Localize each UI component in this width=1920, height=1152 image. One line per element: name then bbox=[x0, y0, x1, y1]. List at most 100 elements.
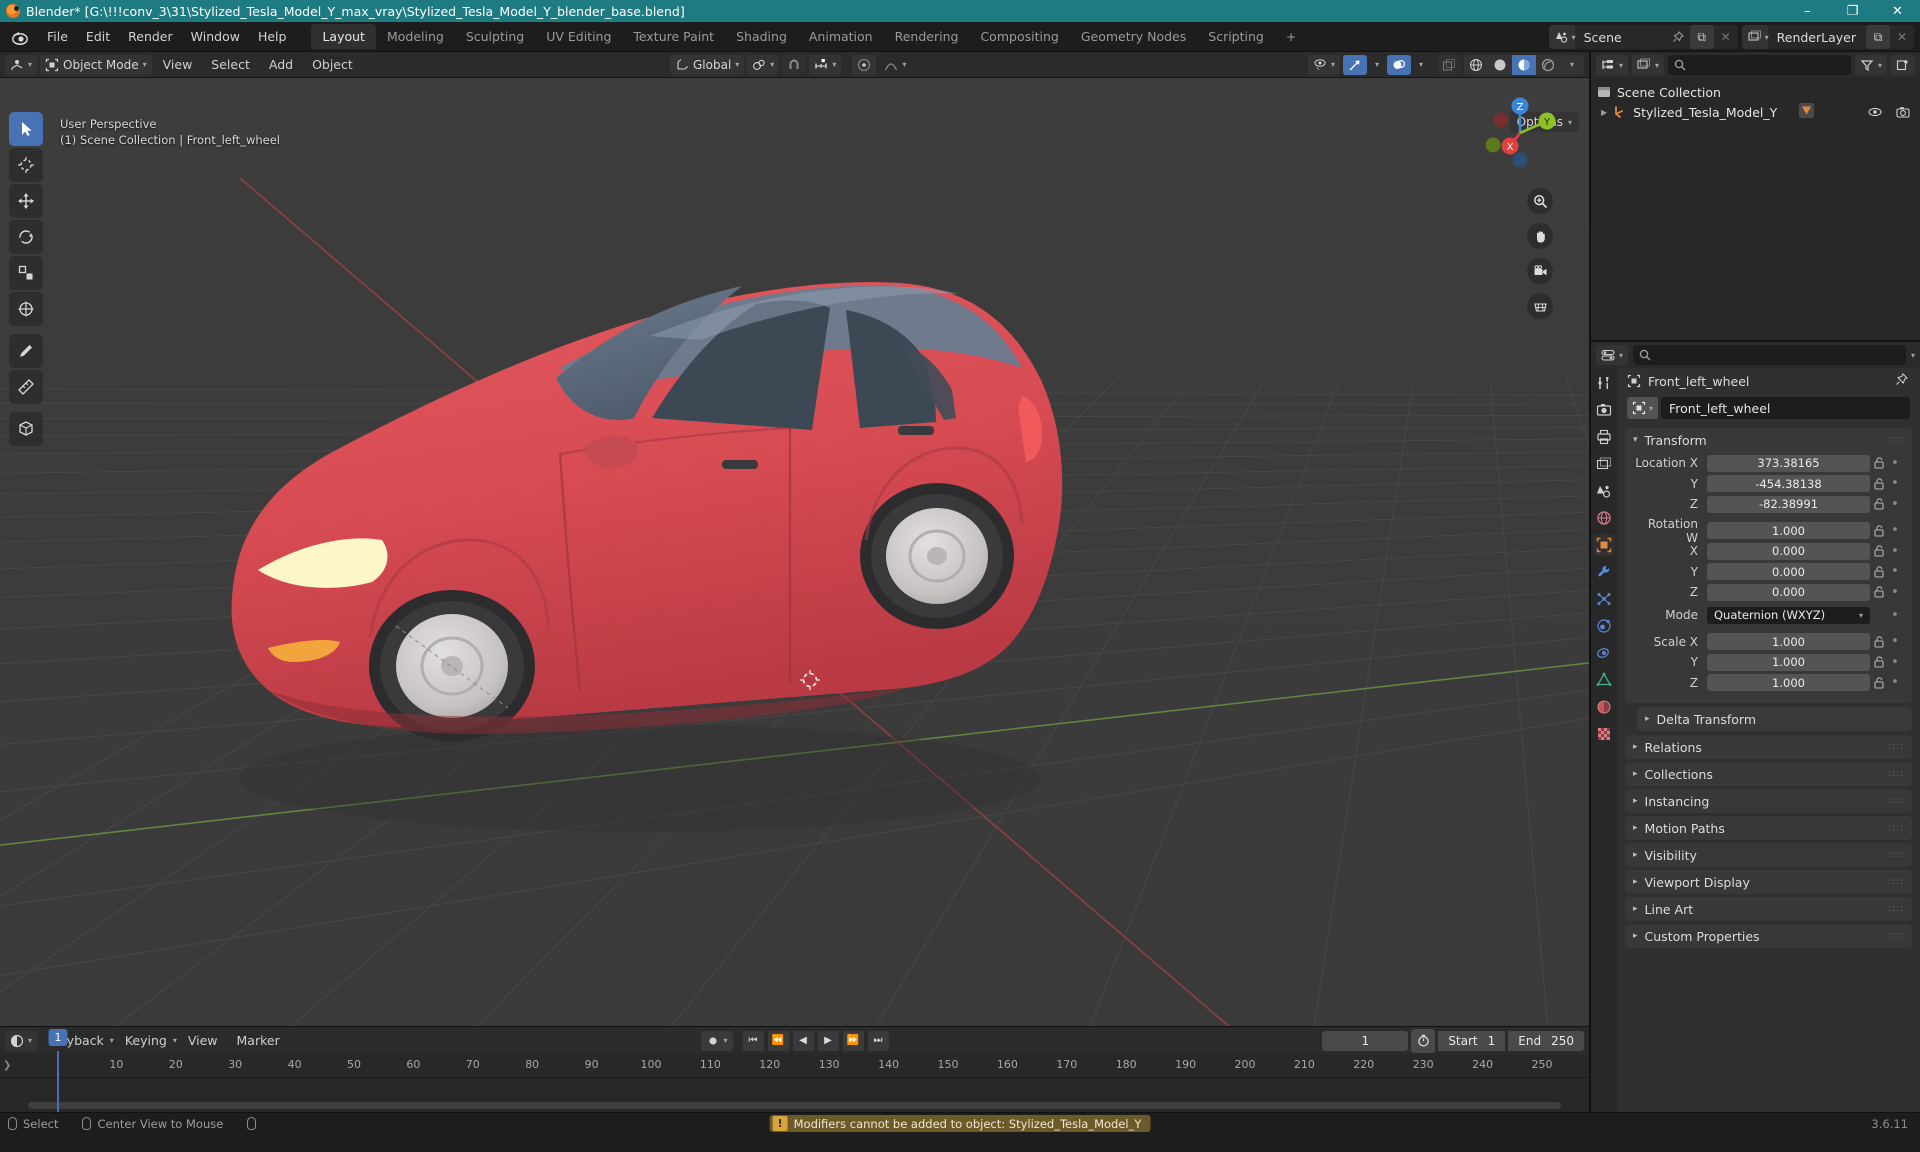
rotation-mode-select[interactable]: Quaternion (WXYZ) ▾ bbox=[1707, 606, 1870, 624]
outliner-editor-type-selector[interactable]: ▾ bbox=[1596, 55, 1629, 75]
new-view-layer-button[interactable]: ⧉ bbox=[1866, 25, 1890, 49]
object-name-field[interactable]: Front_left_wheel bbox=[1661, 397, 1910, 419]
proportional-edit-toggle[interactable] bbox=[852, 54, 877, 75]
tab-rendering[interactable]: Rendering bbox=[884, 24, 970, 49]
editor-type-selector[interactable]: ▾ bbox=[5, 54, 38, 75]
rotation-w-field[interactable]: 1.000 bbox=[1707, 522, 1870, 539]
jump-to-end-button[interactable]: ⏭ bbox=[867, 1030, 889, 1051]
rotation-z-animate-icon[interactable]: • bbox=[1888, 585, 1902, 600]
move-tool[interactable] bbox=[9, 184, 43, 218]
rotation-mode-animate-icon[interactable]: • bbox=[1888, 608, 1902, 623]
tab-uv-editing[interactable]: UV Editing bbox=[535, 24, 622, 49]
new-collection-button[interactable] bbox=[1891, 55, 1915, 75]
timeline-ruler[interactable]: 10 20 30 40 50 60 70 80 90 100 110 120 130 140 150 160 1… bbox=[0, 1054, 1589, 1078]
outliner-display-mode-selector[interactable]: ▾ bbox=[1632, 55, 1665, 75]
drag-handle-icon[interactable]: :::: bbox=[1888, 904, 1904, 913]
camera-view-icon[interactable] bbox=[1527, 258, 1553, 284]
scale-z-lock-icon[interactable] bbox=[1870, 676, 1888, 689]
visibility-selector[interactable]: ▾ bbox=[1307, 54, 1340, 75]
transform-tool[interactable] bbox=[9, 292, 43, 326]
tab-modeling[interactable]: Modeling bbox=[376, 24, 455, 49]
interaction-mode-selector[interactable]: Object Mode ▾ bbox=[40, 54, 152, 75]
location-z-animate-icon[interactable]: • bbox=[1888, 497, 1902, 512]
line-art-panel[interactable]: ▸ Line Art :::: bbox=[1625, 897, 1912, 921]
visibility-panel[interactable]: ▸ Visibility :::: bbox=[1625, 843, 1912, 867]
modifier-tab[interactable] bbox=[1593, 561, 1615, 583]
rotation-z-lock-icon[interactable] bbox=[1870, 586, 1888, 598]
current-frame-field[interactable]: 1 bbox=[1322, 1030, 1409, 1051]
use-preview-range-icon[interactable] bbox=[1411, 1028, 1436, 1053]
relations-panel[interactable]: ▸ Relations :::: bbox=[1625, 735, 1912, 759]
collections-panel[interactable]: ▸ Collections :::: bbox=[1625, 762, 1912, 786]
properties-search-field[interactable] bbox=[1656, 348, 1900, 362]
outliner-tree[interactable]: Scene Collection ▶ Stylized_Tesla_Model_… bbox=[1591, 78, 1920, 340]
scene-tab[interactable] bbox=[1593, 480, 1615, 502]
add-cube-tool[interactable] bbox=[9, 412, 43, 446]
snap-toggle[interactable] bbox=[782, 54, 807, 75]
view-layer-selector[interactable]: ▾ RenderLayer ⧉ ✕ bbox=[1741, 25, 1914, 49]
tab-geometry-nodes[interactable]: Geometry Nodes bbox=[1070, 24, 1197, 49]
scale-tool[interactable] bbox=[9, 256, 43, 290]
outliner-search-input[interactable] bbox=[1668, 55, 1851, 75]
jump-to-start-button[interactable]: ⏮ bbox=[742, 1030, 764, 1051]
scene-selector[interactable]: ▾ Scene ⧉ ✕ bbox=[1548, 25, 1738, 49]
maximize-button[interactable]: ❐ bbox=[1830, 0, 1875, 22]
scale-x-animate-icon[interactable]: • bbox=[1888, 634, 1902, 649]
tool-tab[interactable] bbox=[1593, 372, 1615, 394]
timeline-body[interactable] bbox=[0, 1078, 1589, 1112]
view-layer-tab[interactable] bbox=[1593, 453, 1615, 475]
overlays-toggle[interactable] bbox=[1386, 54, 1411, 75]
properties-editor-type-selector[interactable]: ▾ bbox=[1596, 345, 1629, 365]
rotation-x-animate-icon[interactable]: • bbox=[1888, 544, 1902, 559]
menu-render[interactable]: Render bbox=[119, 25, 182, 48]
timeline-playhead[interactable] bbox=[57, 1051, 59, 1112]
timeline-sidebar-toggle[interactable]: ❯ bbox=[3, 1060, 11, 1071]
custom-properties-panel[interactable]: ▸ Custom Properties :::: bbox=[1625, 924, 1912, 948]
rotation-w-lock-icon[interactable] bbox=[1870, 524, 1888, 537]
render-tab[interactable] bbox=[1593, 399, 1615, 421]
object-tab[interactable] bbox=[1593, 534, 1615, 556]
properties-header-chevron-icon[interactable]: ▾ bbox=[1911, 351, 1915, 360]
relations-header[interactable]: ▸ Relations :::: bbox=[1625, 735, 1912, 759]
transform-panel-header[interactable]: ▾ Transform :::: bbox=[1625, 428, 1912, 452]
playhead-frame-label[interactable]: 1 bbox=[48, 1029, 68, 1046]
xray-toggle[interactable] bbox=[1437, 54, 1461, 75]
timeline-scrollbar[interactable] bbox=[28, 1102, 1561, 1109]
data-tab[interactable] bbox=[1593, 669, 1615, 691]
tab-layout[interactable]: Layout bbox=[311, 24, 376, 49]
menu-edit[interactable]: Edit bbox=[77, 25, 119, 48]
output-tab[interactable] bbox=[1593, 426, 1615, 448]
hand-pan-icon[interactable] bbox=[1527, 223, 1553, 249]
blender-menu-icon[interactable] bbox=[10, 27, 30, 47]
drag-handle-icon[interactable]: :::: bbox=[1888, 742, 1904, 751]
instancing-panel[interactable]: ▸ Instancing :::: bbox=[1625, 789, 1912, 813]
navigation-gizmo[interactable]: Z Y X bbox=[1479, 92, 1561, 174]
add-workspace-button[interactable]: + bbox=[1275, 24, 1307, 49]
rotate-tool[interactable] bbox=[9, 220, 43, 254]
gizmo-toggle[interactable] bbox=[1342, 54, 1367, 75]
timeline-menu-keying[interactable]: Keying bbox=[117, 1030, 175, 1051]
constraint-tab[interactable] bbox=[1593, 642, 1615, 664]
world-tab[interactable] bbox=[1593, 507, 1615, 529]
remove-view-layer-button[interactable]: ✕ bbox=[1890, 25, 1914, 49]
viewport-menu-view[interactable]: View bbox=[155, 54, 201, 75]
outliner-filter-button[interactable]: ▾ bbox=[1854, 55, 1887, 75]
drag-handle-icon[interactable]: :::: bbox=[1888, 877, 1904, 886]
texture-tab[interactable] bbox=[1593, 723, 1615, 745]
drag-handle-icon[interactable]: :::: bbox=[1888, 850, 1904, 859]
shading-wireframe-button[interactable] bbox=[1464, 55, 1488, 75]
zoom-icon[interactable] bbox=[1527, 188, 1553, 214]
scale-y-animate-icon[interactable]: • bbox=[1888, 655, 1902, 670]
pin-scene-icon[interactable] bbox=[1666, 25, 1690, 49]
visibility-header[interactable]: ▸ Visibility :::: bbox=[1625, 843, 1912, 867]
custom-properties-header[interactable]: ▸ Custom Properties :::: bbox=[1625, 924, 1912, 948]
viewport-menu-select[interactable]: Select bbox=[203, 54, 258, 75]
tweak-select-tool[interactable] bbox=[9, 112, 43, 146]
shading-solid-button[interactable] bbox=[1488, 55, 1512, 75]
pin-id-icon[interactable] bbox=[1895, 373, 1908, 389]
viewport-display-panel[interactable]: ▸ Viewport Display :::: bbox=[1625, 870, 1912, 894]
end-frame-field[interactable]: End 250 bbox=[1508, 1030, 1584, 1051]
location-y-animate-icon[interactable]: • bbox=[1888, 476, 1902, 491]
tab-shading[interactable]: Shading bbox=[725, 24, 798, 49]
rotation-x-field[interactable]: 0.000 bbox=[1707, 542, 1870, 560]
